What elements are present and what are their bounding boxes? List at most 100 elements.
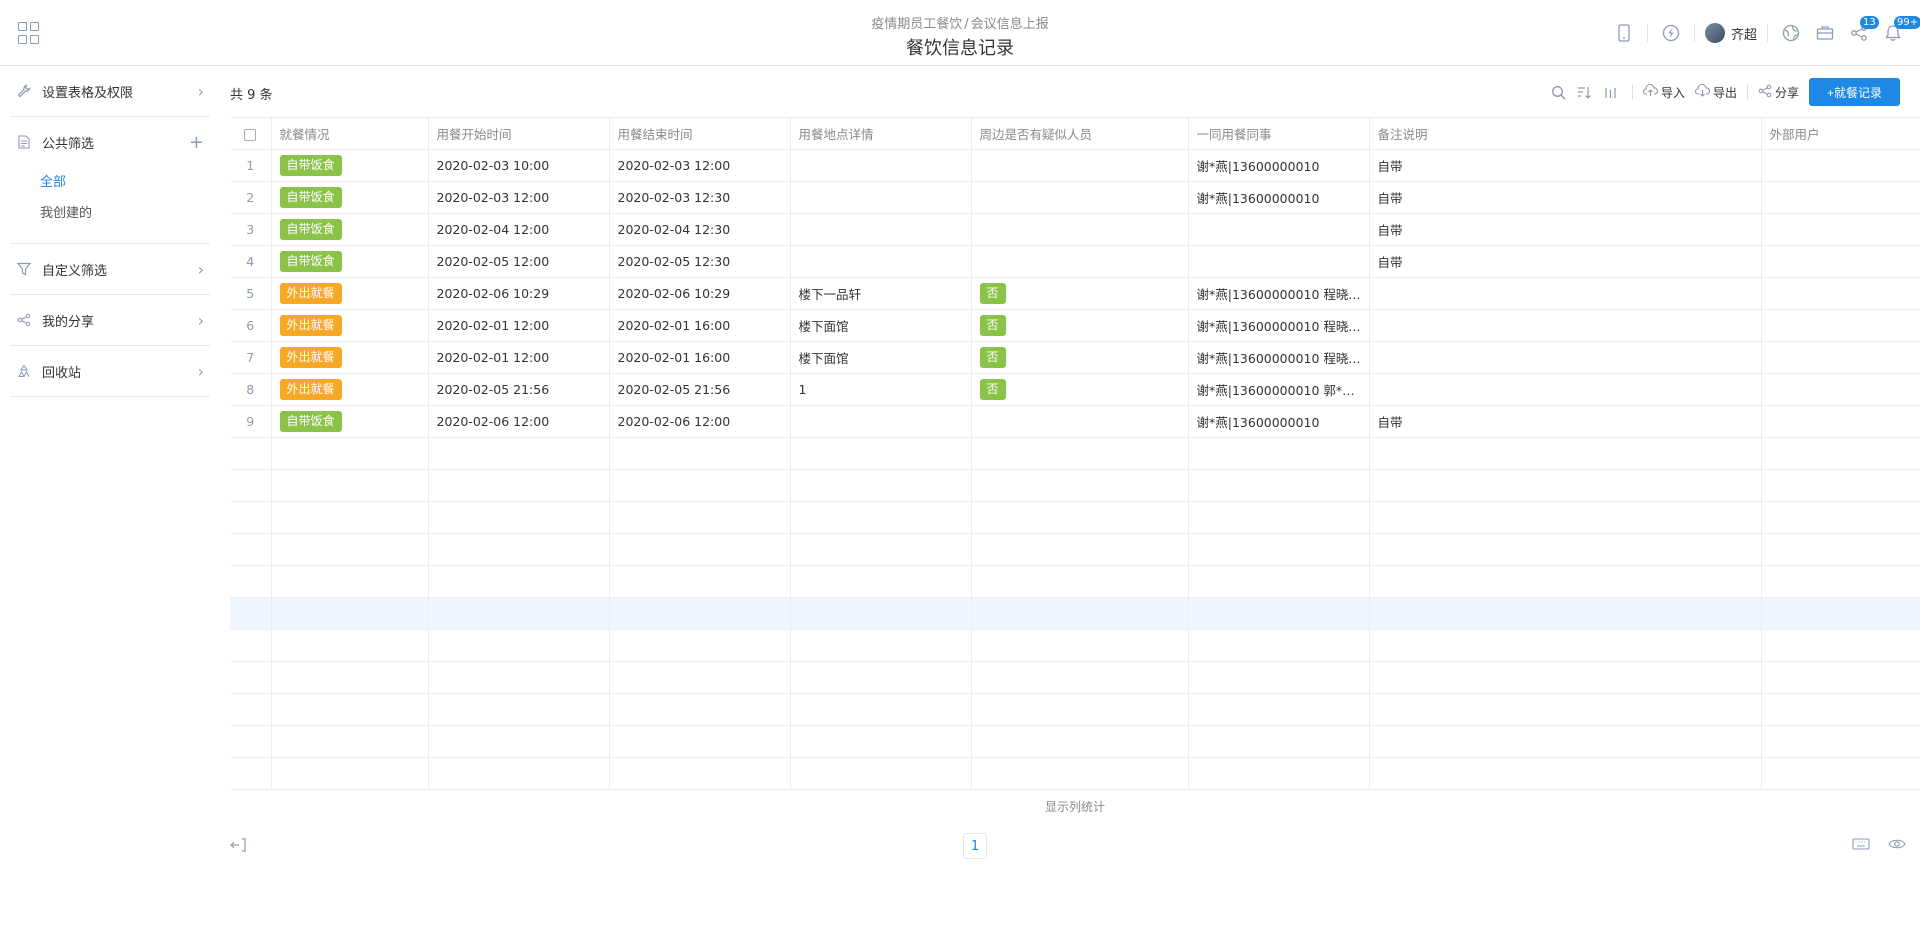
sort-icon[interactable] <box>1574 81 1596 103</box>
filter-item-all[interactable]: 全部 <box>10 167 210 198</box>
cell-end: 2020-02-01 16:00 <box>609 309 791 342</box>
column-header[interactable]: 用餐地点详情 <box>790 117 972 150</box>
empty-row <box>230 757 1920 790</box>
sidebar-item-custom-filter[interactable]: 自定义筛选 › <box>10 244 210 294</box>
empty-cell <box>971 597 1189 630</box>
empty-cell <box>230 693 272 726</box>
sidebar-item-settings[interactable]: 设置表格及权限 › <box>10 66 210 116</box>
lightning-icon[interactable] <box>1658 20 1684 46</box>
empty-cell <box>428 661 610 694</box>
cell-note: 自带 <box>1369 245 1762 278</box>
table-row[interactable]: 2 自带饭食 2020-02-03 12:00 2020-02-03 12:30 谢*燕… <box>230 181 1920 214</box>
briefcase-icon[interactable] <box>1812 20 1838 46</box>
empty-cell <box>1188 469 1370 502</box>
eye-icon[interactable] <box>1888 838 1906 850</box>
empty-cell <box>971 693 1189 726</box>
empty-cell <box>1761 501 1920 534</box>
header-divider <box>1646 24 1648 42</box>
keyboard-icon[interactable] <box>1852 838 1870 850</box>
column-header[interactable]: 用餐结束时间 <box>609 117 791 150</box>
row-index: 4 <box>230 245 272 278</box>
cell-colleagues <box>1188 213 1370 246</box>
empty-cell <box>609 693 791 726</box>
column-header[interactable]: 备注说明 <box>1369 117 1762 150</box>
status-tag: 自带饭食 <box>279 219 342 240</box>
chevron-right-icon: › <box>197 259 204 279</box>
plus-icon[interactable]: + <box>189 132 204 153</box>
empty-row <box>230 693 1920 726</box>
columns-icon[interactable] <box>1600 81 1622 103</box>
cell-note <box>1369 277 1762 310</box>
breadcrumb-item-app[interactable]: 疫情期员工餐饮 <box>871 17 962 32</box>
empty-cell <box>971 501 1189 534</box>
workflow-icon[interactable]: 13 <box>1846 16 1879 46</box>
empty-cell <box>1188 725 1370 758</box>
empty-row <box>230 565 1920 598</box>
empty-cell <box>1761 597 1920 630</box>
table-row[interactable]: 4 自带饭食 2020-02-05 12:00 2020-02-05 12:30 自带 <box>230 245 1920 278</box>
sidebar-item-public-filter[interactable]: 公共筛选 + <box>10 117 210 167</box>
add-meal-record-button[interactable]: +就餐记录 <box>1808 78 1900 106</box>
empty-cell <box>1188 661 1370 694</box>
bell-icon[interactable]: 99+ <box>1880 16 1920 46</box>
status-tag: 外出就餐 <box>279 315 342 336</box>
import-button[interactable]: 导入 <box>1642 83 1685 101</box>
empty-row <box>230 437 1920 470</box>
column-header[interactable]: 用餐开始时间 <box>428 117 610 150</box>
page-number-button[interactable]: 1 <box>963 833 987 859</box>
table-row[interactable]: 7 外出就餐 2020-02-01 12:00 2020-02-01 16:00 楼下面… <box>230 341 1920 374</box>
empty-cell <box>1761 661 1920 694</box>
empty-cell <box>790 501 972 534</box>
table-row[interactable]: 9 自带饭食 2020-02-06 12:00 2020-02-06 12:00 谢*燕… <box>230 405 1920 438</box>
cell-status: 外出就餐 <box>271 373 429 406</box>
sidebar-item-recycle-bin[interactable]: 回收站 › <box>10 346 210 396</box>
empty-cell <box>428 501 610 534</box>
empty-cell <box>1761 757 1920 790</box>
show-column-stats-link[interactable]: 显示列统计 <box>230 798 1920 815</box>
empty-cell <box>1761 469 1920 502</box>
cell-place <box>790 405 972 438</box>
collapse-sidebar-icon[interactable] <box>230 838 248 856</box>
empty-cell <box>1369 725 1762 758</box>
cell-status: 自带饭食 <box>271 405 429 438</box>
empty-cell <box>790 629 972 662</box>
user-menu[interactable]: 齐超 <box>1704 23 1757 43</box>
breadcrumb-item-section[interactable]: 会议信息上报 <box>971 17 1049 32</box>
column-header[interactable]: 周边是否有疑似人员 <box>971 117 1189 150</box>
column-header[interactable]: 就餐情况 <box>271 117 429 150</box>
empty-cell <box>1369 565 1762 598</box>
cell-external <box>1761 309 1920 342</box>
empty-cell <box>271 661 429 694</box>
table-row[interactable]: 5 外出就餐 2020-02-06 10:29 2020-02-06 10:29 楼下一… <box>230 277 1920 310</box>
select-all-checkbox[interactable] <box>244 128 257 141</box>
cell-place: 1 <box>790 373 972 406</box>
globe-icon[interactable] <box>1778 20 1804 46</box>
share-button[interactable]: 分享 <box>1758 84 1799 101</box>
empty-cell <box>1369 693 1762 726</box>
export-button[interactable]: 导出 <box>1694 83 1737 101</box>
cell-end: 2020-02-01 16:00 <box>609 341 791 374</box>
empty-cell <box>1188 533 1370 566</box>
empty-cell <box>1188 501 1370 534</box>
cell-colleagues: 谢*燕|13600000010 程晓... <box>1188 341 1370 374</box>
table-row[interactable]: 6 外出就餐 2020-02-01 12:00 2020-02-01 16:00 楼下面… <box>230 309 1920 342</box>
cell-start: 2020-02-01 12:00 <box>428 309 610 342</box>
table-row[interactable]: 1 自带饭食 2020-02-03 10:00 2020-02-03 12:00 谢*燕… <box>230 149 1920 182</box>
user-name: 齐超 <box>1730 27 1757 43</box>
cell-end: 2020-02-03 12:00 <box>609 149 791 182</box>
cell-start: 2020-02-04 12:00 <box>428 213 610 246</box>
row-index: 7 <box>230 341 272 374</box>
avatar <box>1704 23 1725 43</box>
empty-cell <box>609 725 791 758</box>
empty-cell <box>609 565 791 598</box>
share-icon <box>16 312 32 328</box>
mobile-icon[interactable] <box>1611 20 1637 46</box>
filter-item-created-by-me[interactable]: 我创建的 <box>10 198 210 229</box>
table-row[interactable]: 8 外出就餐 2020-02-05 21:56 2020-02-05 21:56 1 否谢… <box>230 373 1920 406</box>
sidebar-item-my-share[interactable]: 我的分享 › <box>10 295 210 345</box>
search-icon[interactable] <box>1548 81 1570 103</box>
empty-cell <box>790 437 972 470</box>
column-header[interactable]: 一同用餐同事 <box>1188 117 1370 150</box>
table-row[interactable]: 3 自带饭食 2020-02-04 12:00 2020-02-04 12:30 自带 <box>230 213 1920 246</box>
column-header[interactable]: 外部用户 <box>1761 117 1920 150</box>
